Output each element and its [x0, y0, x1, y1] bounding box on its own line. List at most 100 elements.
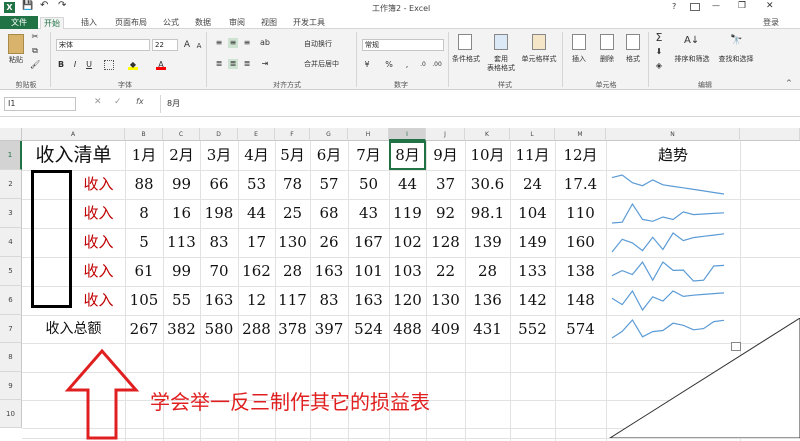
- data-cell[interactable]: 138: [555, 257, 606, 286]
- data-cell[interactable]: 5: [125, 228, 163, 257]
- data-cell[interactable]: 78: [275, 170, 310, 199]
- fill-color-icon[interactable]: ◆: [128, 60, 138, 70]
- row-label[interactable]: 收入: [72, 199, 125, 228]
- month-header[interactable]: 2月: [163, 141, 200, 170]
- column-header-a[interactable]: A: [22, 128, 125, 141]
- row-header-5[interactable]: 5: [0, 257, 22, 286]
- increase-decimal-icon[interactable]: .0: [418, 60, 428, 70]
- data-cell[interactable]: 83: [310, 286, 348, 315]
- row-header-8[interactable]: 8: [0, 343, 22, 372]
- column-header-m[interactable]: M: [555, 128, 606, 141]
- data-cell[interactable]: 149: [510, 228, 555, 257]
- sort-filter-icon[interactable]: A↓: [684, 36, 699, 46]
- total-cell[interactable]: 267: [125, 315, 163, 343]
- data-cell[interactable]: 22: [426, 257, 465, 286]
- data-cell[interactable]: 198: [200, 199, 238, 228]
- data-cell[interactable]: 92: [426, 199, 465, 228]
- data-cell[interactable]: 99: [163, 257, 200, 286]
- data-cell[interactable]: 44: [238, 199, 275, 228]
- align-top-icon[interactable]: ≡: [214, 38, 224, 48]
- data-cell[interactable]: 88: [125, 170, 163, 199]
- data-cell[interactable]: 163: [310, 257, 348, 286]
- data-cell[interactable]: 17: [238, 228, 275, 257]
- formula-input[interactable]: 8月: [160, 95, 796, 113]
- tab-developer[interactable]: 开发工具: [290, 17, 328, 29]
- data-cell[interactable]: 119: [389, 199, 426, 228]
- currency-icon[interactable]: ¥: [362, 60, 372, 70]
- cell-styles-icon[interactable]: [532, 34, 546, 50]
- month-header[interactable]: 9月: [426, 141, 465, 170]
- row-header-9[interactable]: 9: [0, 372, 22, 400]
- data-cell[interactable]: 66: [200, 170, 238, 199]
- data-cell[interactable]: 162: [238, 257, 275, 286]
- data-cell[interactable]: 50: [348, 170, 389, 199]
- data-cell[interactable]: 105: [125, 286, 163, 315]
- data-cell[interactable]: 101: [348, 257, 389, 286]
- data-cell[interactable]: 130: [275, 228, 310, 257]
- total-cell[interactable]: 288: [238, 315, 275, 343]
- confirm-entry-icon[interactable]: ✓: [114, 97, 122, 107]
- total-cell[interactable]: 524: [348, 315, 389, 343]
- border-icon[interactable]: [104, 60, 114, 70]
- format-as-table-button[interactable]: 套用: [486, 55, 516, 64]
- month-header[interactable]: 3月: [200, 141, 238, 170]
- row-label[interactable]: 收入: [72, 286, 125, 315]
- data-cell[interactable]: 16: [163, 199, 200, 228]
- total-cell[interactable]: 397: [310, 315, 348, 343]
- data-cell[interactable]: 30.6: [465, 170, 510, 199]
- tab-home[interactable]: 开始: [40, 17, 64, 29]
- data-cell[interactable]: 12: [238, 286, 275, 315]
- minimize-button[interactable]: —: [712, 1, 720, 10]
- row-header-2[interactable]: 2: [0, 170, 22, 199]
- data-cell[interactable]: 43: [348, 199, 389, 228]
- font-name-select[interactable]: 宋体: [56, 39, 150, 51]
- data-cell[interactable]: 163: [348, 286, 389, 315]
- data-cell[interactable]: 130: [426, 286, 465, 315]
- column-header-b[interactable]: B: [125, 128, 163, 141]
- row-header-3[interactable]: 3: [0, 199, 22, 228]
- tab-formulas[interactable]: 公式: [160, 17, 182, 29]
- align-left-icon[interactable]: ≣: [214, 59, 224, 69]
- data-cell[interactable]: 104: [510, 199, 555, 228]
- data-cell[interactable]: 44: [389, 170, 426, 199]
- row-header-7[interactable]: 7: [0, 315, 22, 343]
- total-cell[interactable]: 378: [275, 315, 310, 343]
- login-link[interactable]: 登录: [760, 17, 782, 29]
- column-header-c[interactable]: C: [163, 128, 200, 141]
- data-cell[interactable]: 98.1: [465, 199, 510, 228]
- delete-cells-icon[interactable]: [600, 34, 614, 50]
- month-header[interactable]: 6月: [310, 141, 348, 170]
- data-cell[interactable]: 55: [163, 286, 200, 315]
- column-header-e[interactable]: E: [238, 128, 275, 141]
- insert-function-icon[interactable]: fx: [136, 97, 144, 106]
- data-cell[interactable]: 17.4: [555, 170, 606, 199]
- align-right-icon[interactable]: ≣: [242, 59, 252, 69]
- data-cell[interactable]: 167: [348, 228, 389, 257]
- name-box[interactable]: I1: [4, 97, 76, 111]
- font-size-select[interactable]: 22: [152, 39, 178, 51]
- worksheet-grid[interactable]: ABCDEFGHIJKLMN 1 2 3 4 5 6 7 8 9 10 收入清单 1月 2月 3月 4月 5…: [0, 128, 800, 441]
- percent-button[interactable]: %: [384, 60, 394, 70]
- save-icon[interactable]: 💾: [22, 1, 33, 11]
- align-bottom-icon[interactable]: ≡: [242, 38, 252, 48]
- row-label[interactable]: 收入: [72, 170, 125, 199]
- month-header[interactable]: 12月: [555, 141, 606, 170]
- cell-styles-button[interactable]: 单元格样式: [518, 55, 560, 64]
- number-format-select[interactable]: 常规: [362, 39, 444, 51]
- fill-icon[interactable]: ⬇: [654, 47, 664, 57]
- data-cell[interactable]: 117: [275, 286, 310, 315]
- total-cell[interactable]: 574: [555, 315, 606, 343]
- data-cell[interactable]: 163: [200, 286, 238, 315]
- data-cell[interactable]: 103: [389, 257, 426, 286]
- data-cell[interactable]: 83: [200, 228, 238, 257]
- tab-review[interactable]: 审阅: [226, 17, 248, 29]
- data-cell[interactable]: 57: [310, 170, 348, 199]
- tab-file[interactable]: 文件: [0, 16, 38, 29]
- data-cell[interactable]: 136: [465, 286, 510, 315]
- wrap-text-button[interactable]: 自动换行: [290, 40, 350, 49]
- total-cell[interactable]: 552: [510, 315, 555, 343]
- total-cell[interactable]: 409: [426, 315, 465, 343]
- comma-button[interactable]: ,: [402, 60, 412, 70]
- grow-font-icon[interactable]: A: [182, 40, 192, 50]
- font-color-icon[interactable]: A: [156, 60, 166, 70]
